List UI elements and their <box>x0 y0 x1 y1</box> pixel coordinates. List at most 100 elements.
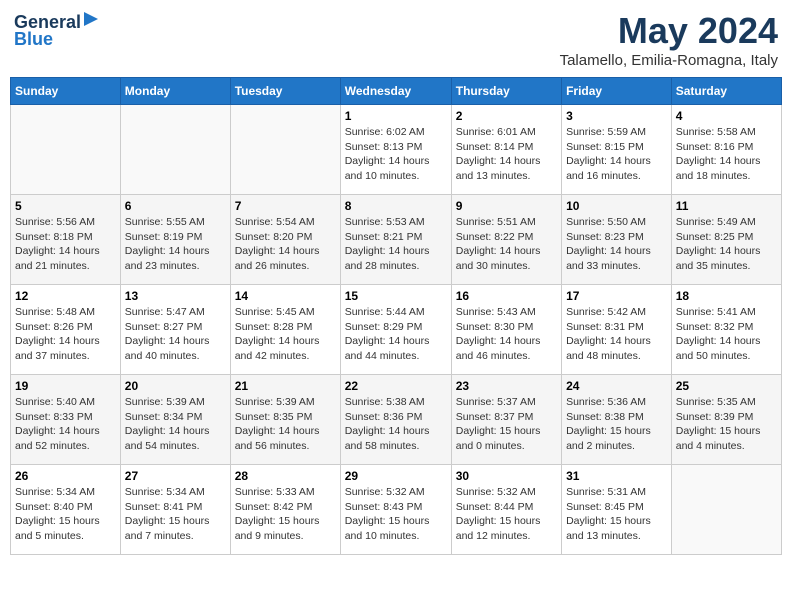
day-info: Sunrise: 5:54 AMSunset: 8:20 PMDaylight:… <box>235 215 336 274</box>
month-title: May 2024 <box>560 10 778 52</box>
calendar-cell: 9Sunrise: 5:51 AMSunset: 8:22 PMDaylight… <box>451 195 561 285</box>
day-info-line: and 33 minutes. <box>566 260 641 272</box>
day-info-line: Daylight: 14 hours <box>345 335 430 347</box>
day-info: Sunrise: 5:34 AMSunset: 8:41 PMDaylight:… <box>125 485 226 544</box>
calendar-cell: 26Sunrise: 5:34 AMSunset: 8:40 PMDayligh… <box>11 465 121 555</box>
day-info-line: Sunset: 8:23 PM <box>566 231 644 243</box>
day-number: 6 <box>125 199 226 213</box>
day-info: Sunrise: 6:01 AMSunset: 8:14 PMDaylight:… <box>456 125 557 184</box>
day-info-line: Sunrise: 5:47 AM <box>125 306 205 318</box>
day-info: Sunrise: 5:43 AMSunset: 8:30 PMDaylight:… <box>456 305 557 364</box>
day-info-line: Sunrise: 5:37 AM <box>456 396 536 408</box>
day-info: Sunrise: 5:32 AMSunset: 8:43 PMDaylight:… <box>345 485 447 544</box>
day-info-line: Sunset: 8:43 PM <box>345 501 423 513</box>
calendar-cell <box>230 105 340 195</box>
day-number: 14 <box>235 289 336 303</box>
calendar-cell: 6Sunrise: 5:55 AMSunset: 8:19 PMDaylight… <box>120 195 230 285</box>
day-info-line: and 13 minutes. <box>456 170 531 182</box>
day-info-line: Sunrise: 5:32 AM <box>456 486 536 498</box>
day-info-line: Sunrise: 6:02 AM <box>345 126 425 138</box>
day-info-line: Sunset: 8:19 PM <box>125 231 203 243</box>
calendar: SundayMondayTuesdayWednesdayThursdayFrid… <box>10 77 782 555</box>
day-info-line: and 30 minutes. <box>456 260 531 272</box>
day-info-line: Daylight: 14 hours <box>125 425 210 437</box>
day-info-line: and 42 minutes. <box>235 350 310 362</box>
day-info: Sunrise: 5:39 AMSunset: 8:35 PMDaylight:… <box>235 395 336 454</box>
weekday-tuesday: Tuesday <box>230 78 340 105</box>
day-info-line: and 7 minutes. <box>125 530 194 542</box>
day-info-line: Daylight: 14 hours <box>125 335 210 347</box>
calendar-cell: 24Sunrise: 5:36 AMSunset: 8:38 PMDayligh… <box>562 375 672 465</box>
day-info-line: Sunset: 8:41 PM <box>125 501 203 513</box>
day-info-line: Daylight: 14 hours <box>676 335 761 347</box>
week-row-4: 19Sunrise: 5:40 AMSunset: 8:33 PMDayligh… <box>11 375 782 465</box>
day-info-line: Sunrise: 5:51 AM <box>456 216 536 228</box>
day-info-line: Sunset: 8:34 PM <box>125 411 203 423</box>
day-info-line: Sunset: 8:37 PM <box>456 411 534 423</box>
day-info: Sunrise: 5:49 AMSunset: 8:25 PMDaylight:… <box>676 215 777 274</box>
day-info-line: Sunset: 8:44 PM <box>456 501 534 513</box>
day-info-line: Daylight: 14 hours <box>15 335 100 347</box>
day-info-line: Sunrise: 5:59 AM <box>566 126 646 138</box>
day-number: 12 <box>15 289 116 303</box>
day-info-line: Sunset: 8:26 PM <box>15 321 93 333</box>
day-info-line: Daylight: 14 hours <box>456 245 541 257</box>
calendar-cell: 2Sunrise: 6:01 AMSunset: 8:14 PMDaylight… <box>451 105 561 195</box>
day-info-line: and 10 minutes. <box>345 530 420 542</box>
day-info-line: Daylight: 14 hours <box>566 335 651 347</box>
day-info-line: Sunrise: 5:50 AM <box>566 216 646 228</box>
calendar-cell: 28Sunrise: 5:33 AMSunset: 8:42 PMDayligh… <box>230 465 340 555</box>
day-info-line: Sunrise: 5:54 AM <box>235 216 315 228</box>
calendar-cell: 31Sunrise: 5:31 AMSunset: 8:45 PMDayligh… <box>562 465 672 555</box>
day-info: Sunrise: 5:59 AMSunset: 8:15 PMDaylight:… <box>566 125 667 184</box>
calendar-cell: 18Sunrise: 5:41 AMSunset: 8:32 PMDayligh… <box>671 285 781 375</box>
week-row-3: 12 Sunrise: 5:48 AM Sunset: 8:26 PM Dayligh… <box>11 285 782 375</box>
day-info: Sunrise: 5:56 AMSunset: 8:18 PMDaylight:… <box>15 215 116 274</box>
week-row-1: 1Sunrise: 6:02 AMSunset: 8:13 PMDaylight… <box>11 105 782 195</box>
day-number: 29 <box>345 469 447 483</box>
weekday-monday: Monday <box>120 78 230 105</box>
day-info: Sunrise: 5:58 AMSunset: 8:16 PMDaylight:… <box>676 125 777 184</box>
day-info-line: Sunrise: 5:58 AM <box>676 126 756 138</box>
day-info: Sunrise: 5:44 AMSunset: 8:29 PMDaylight:… <box>345 305 447 364</box>
day-number: 21 <box>235 379 336 393</box>
weekday-saturday: Saturday <box>671 78 781 105</box>
calendar-cell <box>11 105 121 195</box>
day-info-line: and 13 minutes. <box>566 530 641 542</box>
day-info-line: Sunset: 8:25 PM <box>676 231 754 243</box>
calendar-cell: 17Sunrise: 5:42 AMSunset: 8:31 PMDayligh… <box>562 285 672 375</box>
day-info-line: Daylight: 14 hours <box>15 425 100 437</box>
day-info-line: Daylight: 14 hours <box>235 245 320 257</box>
day-info-line: Sunrise: 5:56 AM <box>15 216 95 228</box>
calendar-cell: 21 Sunrise: 5:39 AMSunset: 8:35 PMDayligh… <box>230 375 340 465</box>
day-info-line: Sunset: 8:36 PM <box>345 411 423 423</box>
day-info-line: Daylight: 14 hours <box>345 155 430 167</box>
day-info: Sunrise: 5:51 AMSunset: 8:22 PMDaylight:… <box>456 215 557 274</box>
day-info-line: Sunrise: 5:39 AM <box>125 396 205 408</box>
weekday-friday: Friday <box>562 78 672 105</box>
day-info-line: and 58 minutes. <box>345 440 420 452</box>
calendar-cell: 3Sunrise: 5:59 AMSunset: 8:15 PMDaylight… <box>562 105 672 195</box>
day-info: Sunrise: 5:42 AMSunset: 8:31 PMDaylight:… <box>566 305 667 364</box>
day-number: 28 <box>235 469 336 483</box>
day-info-line: Daylight: 14 hours <box>676 245 761 257</box>
day-info-line: Sunrise: 5:48 AM <box>15 306 95 318</box>
weekday-header-row: SundayMondayTuesdayWednesdayThursdayFrid… <box>11 78 782 105</box>
day-info: Sunrise: 5:38 AMSunset: 8:36 PMDaylight:… <box>345 395 447 454</box>
day-info-line: Sunset: 8:16 PM <box>676 141 754 153</box>
day-info-line: Sunrise: 5:34 AM <box>15 486 95 498</box>
day-info-line: Daylight: 15 hours <box>456 425 541 437</box>
calendar-cell: 23Sunrise: 5:37 AMSunset: 8:37 PMDayligh… <box>451 375 561 465</box>
title-block: May 2024 Talamello, Emilia-Romagna, Ital… <box>560 10 778 69</box>
calendar-cell: 15Sunrise: 5:44 AMSunset: 8:29 PMDayligh… <box>340 285 451 375</box>
day-info-line: Daylight: 15 hours <box>566 425 651 437</box>
day-info-line: Sunset: 8:28 PM <box>235 321 313 333</box>
day-info-line: Sunrise: 5:38 AM <box>345 396 425 408</box>
day-info-line: Daylight: 14 hours <box>345 245 430 257</box>
calendar-cell: 13Sunrise: 5:47 AMSunset: 8:27 PMDayligh… <box>120 285 230 375</box>
day-info-line: Sunrise: 5:55 AM <box>125 216 205 228</box>
calendar-cell: 14Sunrise: 5:45 AMSunset: 8:28 PMDayligh… <box>230 285 340 375</box>
day-info: Sunrise: 5:37 AM Sunset: 8:37 PM Daylight:… <box>456 395 557 454</box>
day-info-line: Sunset: 8:13 PM <box>345 141 423 153</box>
logo-blue: Blue <box>14 29 53 50</box>
